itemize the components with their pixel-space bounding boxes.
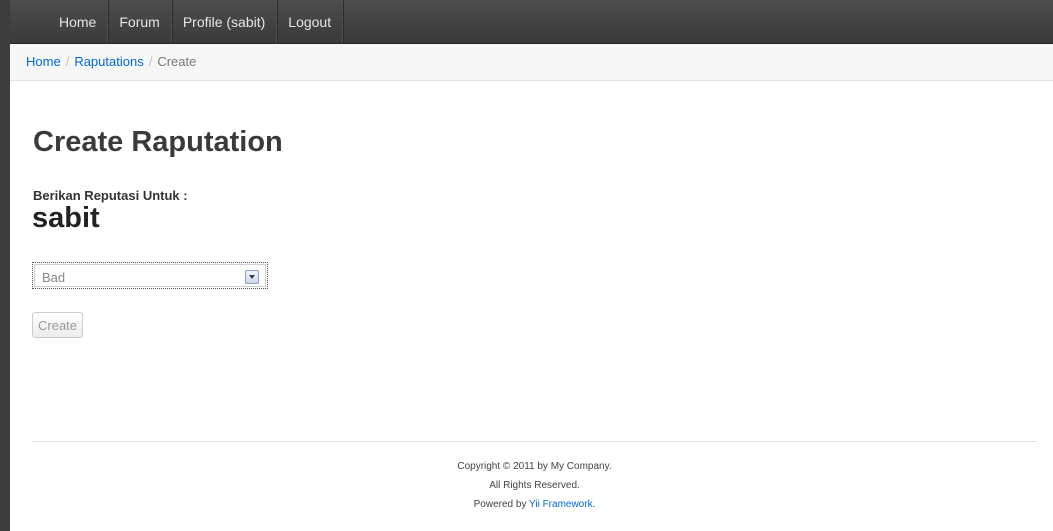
page: Home Forum Profile (sabit) Logout Home / R… <box>0 0 1053 531</box>
breadcrumb-bar: Home / Raputations / Create <box>10 44 1053 81</box>
nav-item-profile[interactable]: Profile (sabit) <box>172 0 278 43</box>
breadcrumb-separator: / <box>65 54 70 69</box>
window-edge <box>0 0 10 531</box>
page-title: Create Raputation <box>33 126 283 158</box>
reputation-select[interactable]: Bad <box>32 262 268 289</box>
footer-powered-by: Powered by Yii Framework. <box>32 495 1037 514</box>
nav-item-home[interactable]: Home <box>48 0 109 43</box>
reputation-target-label: Berikan Reputasi Untuk : <box>33 188 188 203</box>
footer: Copyright © 2011 by My Company. All Righ… <box>32 457 1037 514</box>
top-navbar: Home Forum Profile (sabit) Logout <box>10 0 1053 44</box>
breadcrumb-separator: / <box>148 54 153 69</box>
powered-by-text: Powered by <box>473 499 530 510</box>
chevron-down-icon[interactable] <box>245 270 259 284</box>
breadcrumb-raputations-link[interactable]: Raputations <box>74 54 143 69</box>
nav-menu: Home Forum Profile (sabit) Logout <box>48 0 344 43</box>
footer-copyright: Copyright © 2011 by My Company. <box>457 461 612 472</box>
nav-item-forum[interactable]: Forum <box>108 0 172 43</box>
select-inner: Bad <box>34 264 266 287</box>
breadcrumb-home-link[interactable]: Home <box>26 54 61 69</box>
footer-divider <box>32 441 1037 442</box>
create-button[interactable]: Create <box>32 312 84 338</box>
footer-rights: All Rights Reserved. <box>489 480 580 491</box>
powered-by-suffix: . <box>592 499 596 510</box>
yii-framework-link[interactable]: Yii Framework <box>529 499 593 510</box>
breadcrumb-current: Create <box>157 54 197 69</box>
select-value: Bad <box>42 270 66 285</box>
target-username: sabit <box>32 202 100 234</box>
breadcrumb: Home / Raputations / Create <box>26 54 196 69</box>
nav-item-logout[interactable]: Logout <box>277 0 344 43</box>
